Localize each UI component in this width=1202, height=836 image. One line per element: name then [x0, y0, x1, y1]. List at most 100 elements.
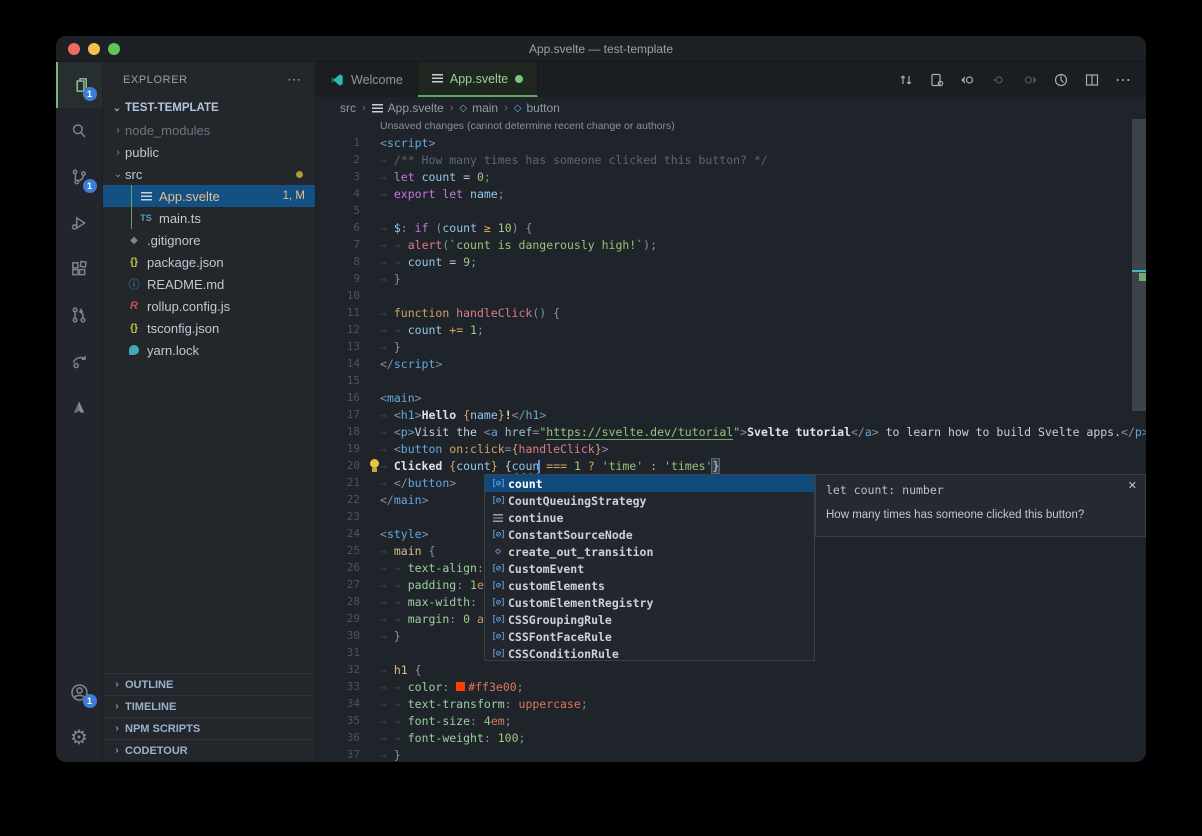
code-line-36[interactable]: 36→ → font-weight: 100; [316, 729, 1132, 746]
tree-item-app-svelte[interactable]: App.svelte1, M [103, 185, 315, 207]
section-outline[interactable]: ›OUTLINE [103, 673, 315, 695]
line-number[interactable]: 24 [316, 527, 360, 540]
line-number[interactable]: 33 [316, 680, 360, 693]
minimize-window-button[interactable] [88, 43, 100, 55]
compare-changes-icon[interactable] [895, 69, 917, 91]
line-number[interactable]: 16 [316, 391, 360, 404]
tab-welcome[interactable]: Welcome [316, 62, 418, 97]
line-number[interactable]: 12 [316, 323, 360, 336]
next-diff-icon[interactable] [1019, 69, 1041, 91]
line-number[interactable]: 19 [316, 442, 360, 455]
code-line-15[interactable]: 15 [316, 372, 1132, 389]
code-line-20[interactable]: 20→ Clicked {count} {coun === 1 ? 'time'… [316, 457, 1132, 474]
suggest-item-customelements[interactable]: [⊘]customElements [485, 577, 814, 594]
code-line-10[interactable]: 10 [316, 287, 1132, 304]
code-line-34[interactable]: 34→ → text-transform: uppercase; [316, 695, 1132, 712]
zoom-window-button[interactable] [108, 43, 120, 55]
codelens-unsaved-changes[interactable]: Unsaved changes (cannot determine recent… [380, 120, 675, 134]
code-editor[interactable]: Unsaved changes (cannot determine recent… [316, 119, 1146, 761]
explorer-more-icon[interactable]: ⋯ [287, 71, 301, 88]
code-line-35[interactable]: 35→ → font-size: 4em; [316, 712, 1132, 729]
line-number[interactable]: 4 [316, 187, 360, 200]
code-line-18[interactable]: 18→ <p>Visit the <a href="https://svelte… [316, 423, 1132, 440]
line-number[interactable]: 11 [316, 306, 360, 319]
suggest-item-constantsourcenode[interactable]: [⊘]ConstantSourceNode [485, 526, 814, 543]
line-number[interactable]: 22 [316, 493, 360, 506]
previous-diff-icon[interactable] [988, 69, 1010, 91]
suggest-item-cssconditionrule[interactable]: [⊘]CSSConditionRule [485, 645, 814, 662]
line-number[interactable]: 27 [316, 578, 360, 591]
tree-item-readme-md[interactable]: ⓘREADME.md [103, 273, 315, 295]
line-number[interactable]: 15 [316, 374, 360, 387]
suggest-item-cssfontfacerule[interactable]: [⊘]CSSFontFaceRule [485, 628, 814, 645]
line-number[interactable]: 6 [316, 221, 360, 234]
explorer-icon[interactable]: 1 [56, 62, 103, 108]
code-line-1[interactable]: 1<script> [316, 134, 1132, 151]
tree-item-public[interactable]: ›public [103, 141, 315, 163]
suggest-item-continue[interactable]: continue [485, 509, 814, 526]
section-timeline[interactable]: ›TIMELINE [103, 695, 315, 717]
line-number[interactable]: 30 [316, 629, 360, 642]
line-number[interactable]: 36 [316, 731, 360, 744]
suggest-item-countqueuingstrategy[interactable]: [⊘]CountQueuingStrategy [485, 492, 814, 509]
scrollbar-slider[interactable] [1132, 119, 1146, 411]
code-line-32[interactable]: 32→ h1 { [316, 661, 1132, 678]
line-number[interactable]: 8 [316, 255, 360, 268]
code-line-16[interactable]: 16<main> [316, 389, 1132, 406]
suggest-item-create_out_transition[interactable]: ◇create_out_transition [485, 543, 814, 560]
suggest-item-customevent[interactable]: [⊘]CustomEvent [485, 560, 814, 577]
breadcrumb-src[interactable]: src [340, 101, 356, 115]
line-number[interactable]: 9 [316, 272, 360, 285]
tree-item-yarn-lock[interactable]: yarn.lock [103, 339, 315, 361]
line-number[interactable]: 14 [316, 357, 360, 370]
suggest-item-customelementregistry[interactable]: [⊘]CustomElementRegistry [485, 594, 814, 611]
line-number[interactable]: 37 [316, 748, 360, 761]
line-number[interactable]: 29 [316, 612, 360, 625]
tree-item-src[interactable]: ⌄src [103, 163, 315, 185]
close-window-button[interactable] [68, 43, 80, 55]
code-line-8[interactable]: 8→ → count = 9; [316, 253, 1132, 270]
open-changes-icon[interactable] [926, 69, 948, 91]
section-npm-scripts[interactable]: ›NPM SCRIPTS [103, 717, 315, 739]
breadcrumb-main[interactable]: ◇main [459, 101, 498, 115]
tree-item-node-modules[interactable]: ›node_modules [103, 119, 315, 141]
code-line-19[interactable]: 19→ <button on:click={handleClick}> [316, 440, 1132, 457]
breadcrumb-button[interactable]: ◇button [514, 101, 560, 115]
tree-item-tsconfig-json[interactable]: {}tsconfig.json [103, 317, 315, 339]
line-number[interactable]: 10 [316, 289, 360, 302]
timeline-icon[interactable] [1050, 69, 1072, 91]
suggest-item-count[interactable]: [⊘]count [485, 475, 814, 492]
line-number[interactable]: 5 [316, 204, 360, 217]
line-number[interactable]: 23 [316, 510, 360, 523]
line-number[interactable]: 32 [316, 663, 360, 676]
code-line-12[interactable]: 12→ → count += 1; [316, 321, 1132, 338]
split-editor-icon[interactable] [1081, 69, 1103, 91]
unsaved-dot-icon[interactable] [515, 75, 523, 83]
more-actions-icon[interactable]: ⋯ [1112, 69, 1134, 91]
code-line-9[interactable]: 9→ } [316, 270, 1132, 287]
lightbulb-icon[interactable] [368, 459, 381, 473]
code-line-7[interactable]: 7→ → alert(`count is dangerously high!`)… [316, 236, 1132, 253]
code-line-6[interactable]: 6→ $: if (count ≥ 10) { [316, 219, 1132, 236]
code-line-5[interactable]: 5 [316, 202, 1132, 219]
workspace-root-row[interactable]: ⌄ TEST-TEMPLATE [103, 97, 315, 119]
live-share-icon[interactable] [56, 338, 103, 384]
tree-item-rollup-config-js[interactable]: Rrollup.config.js [103, 295, 315, 317]
code-line-14[interactable]: 14</script> [316, 355, 1132, 372]
line-number[interactable]: 17 [316, 408, 360, 421]
previous-change-icon[interactable] [957, 69, 979, 91]
code-line-2[interactable]: 2→ /** How many times has someone clicke… [316, 151, 1132, 168]
line-number[interactable]: 35 [316, 714, 360, 727]
line-number[interactable]: 13 [316, 340, 360, 353]
line-number[interactable]: 3 [316, 170, 360, 183]
code-line-37[interactable]: 37→ } [316, 746, 1132, 761]
extensions-icon[interactable] [56, 246, 103, 292]
accounts-icon[interactable]: 1 [56, 669, 103, 715]
line-number[interactable]: 7 [316, 238, 360, 251]
line-number[interactable]: 18 [316, 425, 360, 438]
code-line-17[interactable]: 17→ <h1>Hello {name}!</h1> [316, 406, 1132, 423]
section-codetour[interactable]: ›CODETOUR [103, 739, 315, 761]
line-number[interactable]: 1 [316, 136, 360, 149]
line-number[interactable]: 28 [316, 595, 360, 608]
tree-item-package-json[interactable]: {}package.json [103, 251, 315, 273]
